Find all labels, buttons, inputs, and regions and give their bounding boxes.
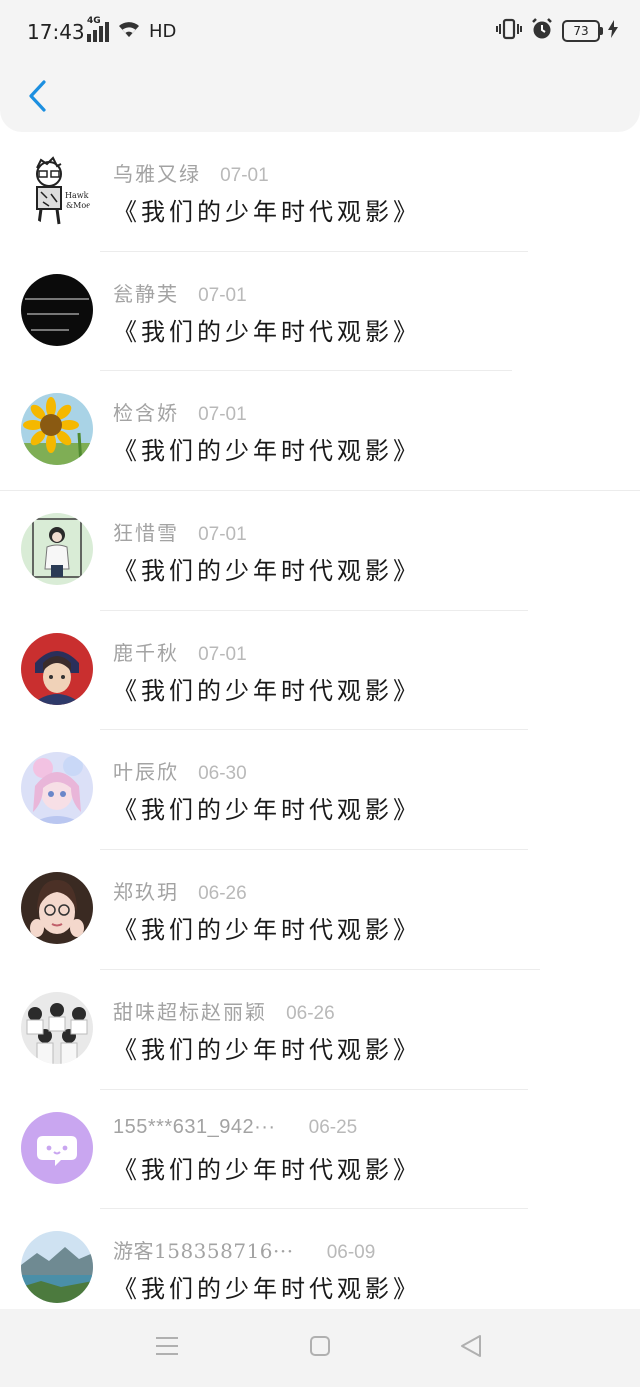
- comment-meta: 叶辰欣 06-30: [113, 756, 247, 784]
- comment-title[interactable]: 《我们的少年时代观影》: [113, 312, 421, 347]
- comment-title[interactable]: 《我们的少年时代观影》: [113, 1030, 421, 1065]
- comment-meta: 狂惜雪 07-01: [113, 517, 247, 545]
- comment-date: 07-01: [198, 643, 247, 665]
- signal-icon: 4G: [87, 16, 109, 42]
- user-name[interactable]: 叶辰欣: [113, 760, 179, 784]
- menu-icon: [154, 1335, 180, 1361]
- user-name[interactable]: 检含娇: [113, 401, 179, 425]
- comment-meta: 游客158358716··· 06-09: [113, 1235, 375, 1263]
- battery-indicator: 73: [562, 20, 603, 42]
- list-item[interactable]: 检含娇 07-01 《我们的少年时代观影》: [0, 371, 640, 492]
- comment-title[interactable]: 《我们的少年时代观影》: [113, 671, 421, 706]
- avatar[interactable]: [21, 991, 93, 1064]
- back-triangle-icon: [458, 1333, 484, 1363]
- comment-title[interactable]: 《我们的少年时代观影》: [113, 790, 421, 825]
- avatar[interactable]: [21, 632, 93, 705]
- vibrate-icon: [496, 18, 522, 44]
- navigation-bar: [0, 1309, 640, 1387]
- list-item[interactable]: 瓮静芙 07-01 《我们的少年时代观影》: [0, 252, 640, 372]
- comment-meta: 155***631_942··· 06-25: [113, 1116, 357, 1144]
- hd-indicator: HD: [149, 20, 177, 42]
- list-item[interactable]: 郑玖玥 06-26 《我们的少年时代观影》: [0, 850, 640, 970]
- user-name[interactable]: 乌雅又绿: [113, 162, 201, 186]
- home-square-icon: [308, 1334, 332, 1362]
- status-icons-right: 73: [496, 18, 618, 44]
- status-time: 17:43: [27, 20, 85, 44]
- comment-meta: 郑玖玥 06-26: [113, 876, 247, 904]
- header: [0, 64, 640, 132]
- chat-bubble-icon: [21, 1111, 93, 1184]
- list-item[interactable]: 鹿千秋 07-01 《我们的少年时代观影》: [0, 611, 640, 731]
- comment-list: Hawk &Moe 乌雅又绿 07-01 《我们的少年时代观影》 瓮静芙 07-…: [0, 132, 640, 1329]
- avatar[interactable]: [21, 273, 93, 346]
- comment-title[interactable]: 《我们的少年时代观影》: [113, 910, 421, 945]
- comment-date: 06-09: [326, 1242, 376, 1264]
- list-item[interactable]: Hawk &Moe 乌雅又绿 07-01 《我们的少年时代观影》: [0, 132, 640, 252]
- comment-date: 07-01: [198, 284, 247, 306]
- comment-meta: 乌雅又绿 07-01: [113, 158, 269, 186]
- comment-date: 06-25: [308, 1116, 358, 1138]
- alarm-icon: [530, 17, 554, 45]
- comment-title[interactable]: 《我们的少年时代观影》: [113, 431, 421, 466]
- status-bar: 17:43 4G HD 73: [0, 0, 640, 64]
- comment-date: 07-01: [198, 404, 247, 426]
- menu-button[interactable]: [150, 1331, 184, 1365]
- avatar[interactable]: Hawk &Moe: [21, 154, 93, 226]
- comment-title[interactable]: 《我们的少年时代观影》: [113, 1269, 421, 1304]
- comment-date: 07-01: [198, 524, 247, 546]
- user-name[interactable]: 155***631_942···: [113, 1116, 276, 1138]
- chevron-left-icon: [28, 80, 48, 116]
- comment-meta: 瓮静芙 07-01: [113, 278, 247, 306]
- comment-title[interactable]: 《我们的少年时代观影》: [113, 551, 421, 586]
- back-nav-button[interactable]: [454, 1331, 488, 1365]
- comment-meta: 鹿千秋 07-01: [113, 637, 247, 665]
- list-item[interactable]: 狂惜雪 07-01 《我们的少年时代观影》: [0, 491, 640, 611]
- wifi-icon: [117, 19, 141, 43]
- status-icons-left: 4G HD: [87, 16, 177, 44]
- comment-date: 07-01: [220, 165, 269, 186]
- comment-date: 06-30: [198, 763, 247, 785]
- comment-title[interactable]: 《我们的少年时代观影》: [113, 192, 421, 227]
- user-name[interactable]: 甜味超标赵丽颖: [113, 1000, 267, 1024]
- avatar[interactable]: [21, 1111, 93, 1184]
- comment-date: 06-26: [286, 1002, 335, 1024]
- svg-text:&Moe: &Moe: [66, 201, 91, 210]
- avatar[interactable]: [21, 752, 93, 825]
- comment-meta: 甜味超标赵丽颖 06-26: [113, 996, 335, 1024]
- comment-meta: 检含娇 07-01: [113, 397, 247, 425]
- list-item[interactable]: 155***631_942··· 06-25 《我们的少年时代观影》: [0, 1090, 640, 1210]
- user-name[interactable]: 瓮静芙: [113, 282, 179, 306]
- user-name[interactable]: 游客158358716···: [113, 1239, 294, 1263]
- back-button[interactable]: [18, 78, 58, 118]
- network-type: 4G: [87, 16, 101, 26]
- avatar[interactable]: [21, 872, 93, 945]
- user-name[interactable]: 狂惜雪: [113, 521, 179, 545]
- user-name[interactable]: 郑玖玥: [113, 880, 179, 904]
- comment-date: 06-26: [198, 883, 247, 905]
- list-item[interactable]: 叶辰欣 06-30 《我们的少年时代观影》: [0, 730, 640, 851]
- avatar[interactable]: [21, 393, 93, 466]
- user-name[interactable]: 鹿千秋: [113, 641, 179, 665]
- avatar[interactable]: [21, 513, 93, 586]
- svg-text:Hawk: Hawk: [65, 191, 89, 200]
- avatar[interactable]: [21, 1231, 93, 1304]
- charging-icon: [608, 20, 618, 42]
- list-item[interactable]: 甜味超标赵丽颖 06-26 《我们的少年时代观影》: [0, 970, 640, 1090]
- comment-title[interactable]: 《我们的少年时代观影》: [113, 1150, 421, 1185]
- home-button[interactable]: [303, 1331, 337, 1365]
